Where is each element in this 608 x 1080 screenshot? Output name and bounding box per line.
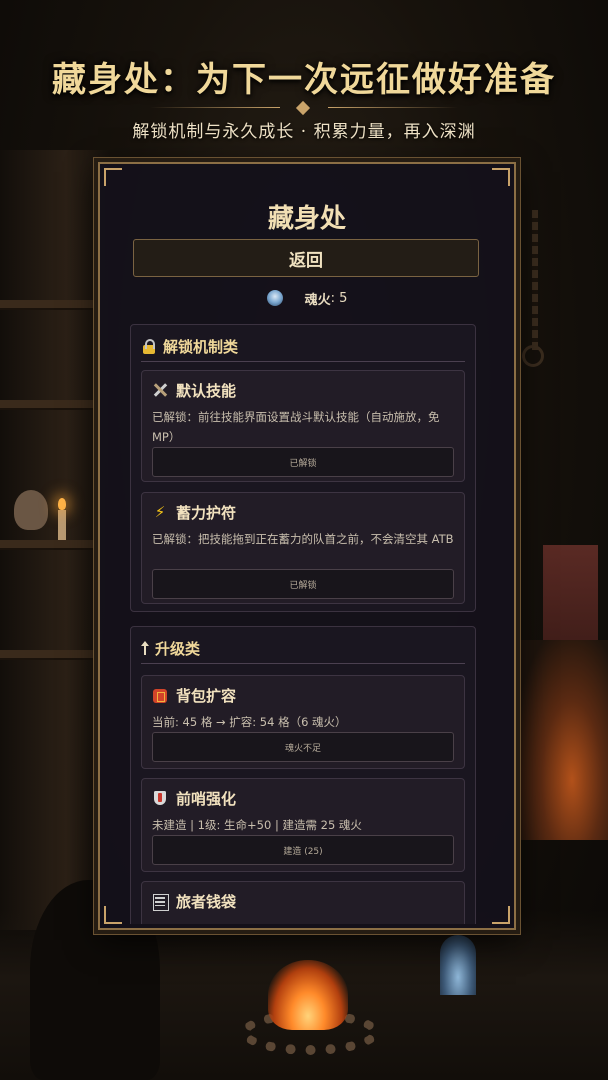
card-header: 旅者钱袋 xyxy=(152,890,454,912)
card-description: 当前: 45 格 → 扩容: 54 格（6 魂火） xyxy=(152,715,347,729)
candle xyxy=(58,498,66,540)
divider-line xyxy=(328,107,458,108)
hideout-panel: 藏身处 返回 魂火: 5 解锁机制类 默认技能 已解锁：前往技能界面设置战斗默认… xyxy=(98,162,516,930)
card-description: 未建造 | 1级: 生命+50 | 建造需 25 魂火 xyxy=(152,818,362,832)
card-charge-amulet: ⚡ 蓄力护符 已解锁：把技能拖到正在蓄力的队首之前，不会清空其 ATB 已解锁 xyxy=(141,492,465,604)
section-header: 解锁机制类 xyxy=(141,333,465,359)
divider xyxy=(141,361,465,362)
soulfire-value: : 5 xyxy=(330,290,348,306)
insufficient-soulfire-button[interactable]: 魂火不足 xyxy=(152,732,454,762)
up-arrow-icon xyxy=(141,640,149,656)
build-button[interactable]: 建造 (25) xyxy=(152,835,454,865)
soulfire-label: 魂火 xyxy=(304,292,331,308)
card-header: 背包扩容 xyxy=(152,684,454,706)
campfire xyxy=(268,960,348,1030)
panel-title: 藏身处 xyxy=(267,204,346,234)
glowing-doorway xyxy=(440,935,476,995)
card-title: 默认技能 xyxy=(176,381,237,400)
shelf xyxy=(0,540,95,548)
frame-corner xyxy=(492,168,510,186)
card-traveler-purse: 旅者钱袋 xyxy=(141,881,465,924)
card-header: 前哨强化 xyxy=(152,787,454,809)
hero-subtitle: 解锁机制与永久成长 · 积累力量，再入深渊 xyxy=(132,122,476,142)
ornamental-divider xyxy=(150,100,458,116)
section-unlocks: 解锁机制类 默认技能 已解锁：前往技能界面设置战斗默认技能（自动施放，免 MP）… xyxy=(130,324,476,612)
divider xyxy=(141,663,465,664)
unlocked-button[interactable]: 已解锁 xyxy=(152,569,454,599)
card-description: 已解锁：前往技能界面设置战斗默认技能（自动施放，免 MP） xyxy=(152,410,440,444)
shackle-ring xyxy=(522,345,544,367)
divider-gem-icon xyxy=(295,100,311,116)
shelf xyxy=(0,650,95,658)
frame-corner xyxy=(104,168,122,186)
back-button[interactable]: 返回 xyxy=(133,239,479,277)
hero-title: 藏身处：为下一次远征做好准备 xyxy=(52,60,556,100)
soulfire-counter: 魂火: 5 xyxy=(100,288,514,308)
card-title: 旅者钱袋 xyxy=(176,892,237,911)
blue-skull-icon xyxy=(266,290,283,306)
unlocked-button[interactable]: 已解锁 xyxy=(152,447,454,477)
card-title: 前哨强化 xyxy=(176,789,237,808)
frame-corner xyxy=(492,906,510,924)
card-title: 蓄力护符 xyxy=(176,503,237,522)
card-title: 背包扩容 xyxy=(176,686,237,705)
card-header: 默认技能 xyxy=(152,379,454,401)
lock-icon xyxy=(141,338,157,354)
shield-icon xyxy=(152,790,168,806)
section-header: 升级类 xyxy=(141,635,465,661)
card-header: ⚡ 蓄力护符 xyxy=(152,501,454,523)
backpack-icon xyxy=(152,687,168,703)
hanging-chain xyxy=(532,210,538,350)
shelf xyxy=(0,300,95,308)
shelf xyxy=(0,400,95,408)
divider-line xyxy=(150,107,280,108)
purse-icon xyxy=(152,893,169,911)
card-description: 已解锁：把技能拖到正在蓄力的队首之前，不会清空其 ATB xyxy=(152,532,454,546)
card-backpack-expand: 背包扩容 当前: 45 格 → 扩容: 54 格（6 魂火） 魂火不足 xyxy=(141,675,465,769)
frame-corner xyxy=(104,906,122,924)
skull-decoration xyxy=(14,490,48,530)
forge-furnace xyxy=(518,640,608,840)
lightning-icon: ⚡ xyxy=(154,503,166,521)
section-upgrades: 升级类 背包扩容 当前: 45 格 → 扩容: 54 格（6 魂火） 魂火不足 … xyxy=(130,626,476,924)
crossed-swords-icon xyxy=(152,382,168,398)
hideout-scroll-area[interactable]: 解锁机制类 默认技能 已解锁：前往技能界面设置战斗默认技能（自动施放，免 MP）… xyxy=(130,324,476,924)
section-title: 升级类 xyxy=(155,639,201,658)
card-default-skill: 默认技能 已解锁：前往技能界面设置战斗默认技能（自动施放，免 MP） 已解锁 xyxy=(141,370,465,482)
section-title: 解锁机制类 xyxy=(163,337,239,356)
card-outpost-upgrade: 前哨强化 未建造 | 1级: 生命+50 | 建造需 25 魂火 建造 (25) xyxy=(141,778,465,872)
